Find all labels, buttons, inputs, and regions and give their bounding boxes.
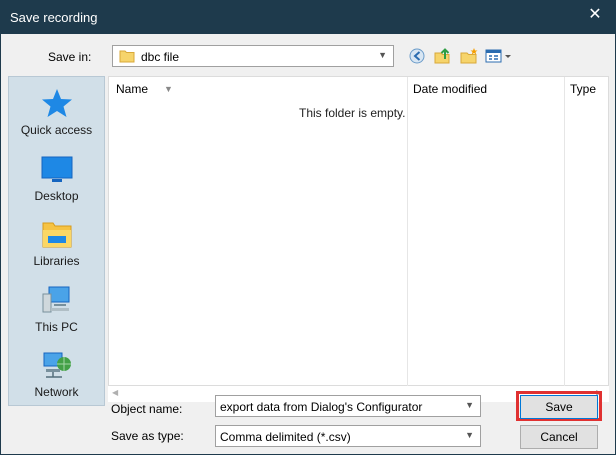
place-libraries[interactable]: Libraries [9,214,104,276]
close-icon[interactable]: ✕ [583,4,607,26]
dialog-title: Save recording [10,10,98,25]
libraries-icon [42,222,72,248]
cancel-button[interactable]: Cancel [520,425,598,449]
view-menu-icon[interactable] [485,47,513,65]
object-name-label: Object name: [111,402,183,416]
save-as-type-value: Comma delimited (*.csv) [220,430,351,444]
back-icon[interactable] [408,47,428,65]
empty-folder-message: This folder is empty. [299,106,406,120]
column-header-date-modified[interactable]: Date modified [413,82,487,96]
save-in-dropdown[interactable]: dbc file ▼ [112,45,394,67]
place-network[interactable]: Network [9,345,104,407]
title-bar: Save recording ✕ [1,1,615,34]
folder-icon [119,50,135,63]
save-button[interactable]: Save [520,395,598,419]
places-bar: Quick access Desktop Libraries This PC N… [8,76,105,406]
save-as-type-dropdown[interactable]: Comma delimited (*.csv) ▼ [215,425,481,447]
column-header-type[interactable]: Type [570,82,596,96]
place-desktop[interactable]: Desktop [9,149,104,211]
chevron-down-icon[interactable]: ▼ [465,400,474,410]
dialog-body: Save in: dbc file ▼ Quick access Desktop… [2,34,614,454]
desktop-icon [41,156,73,182]
column-header-name[interactable]: Name [116,82,148,96]
place-label: Desktop [34,189,79,203]
save-as-type-label: Save as type: [111,429,184,443]
chevron-down-icon: ▼ [378,50,387,60]
place-label: Network [34,385,79,399]
new-folder-icon[interactable] [459,47,479,65]
save-recording-dialog: Save recording ✕ Save in: dbc file ▼ Qui… [0,0,616,455]
star-icon [42,89,72,117]
column-divider [564,77,565,387]
network-icon [43,352,71,378]
chevron-down-icon: ▼ [465,430,474,440]
file-list[interactable]: Name ▼ Date modified Type This folder is… [108,76,609,387]
place-label: Libraries [33,254,80,268]
place-label: This PC [35,320,78,334]
object-name-input[interactable]: export data from Dialog's Configurator ▼ [215,395,481,417]
sort-down-icon: ▼ [164,84,173,94]
object-name-value: export data from Dialog's Configurator [220,400,423,414]
place-label: Quick access [20,123,93,137]
place-this-pc[interactable]: This PC [9,280,104,342]
save-in-label: Save in: [48,50,92,64]
save-in-value: dbc file [141,50,180,64]
column-divider [407,77,408,387]
place-quick-access[interactable]: Quick access [9,83,104,145]
scroll-left-icon[interactable]: ◀ [112,388,118,397]
computer-icon [42,286,70,313]
up-folder-icon[interactable] [433,47,453,65]
